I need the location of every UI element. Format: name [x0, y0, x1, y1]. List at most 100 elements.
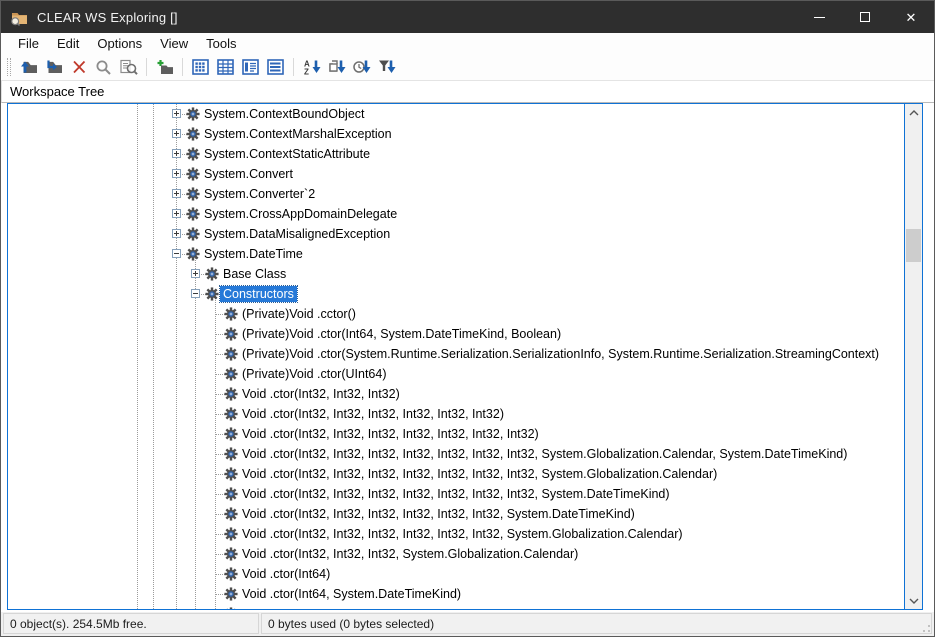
- tree-item[interactable]: Void .ctor(Int32, Int32, Int32, System.G…: [8, 544, 904, 564]
- tree-item[interactable]: Void .ctor(Int64, System.DateTimeKind): [8, 584, 904, 604]
- tree-label[interactable]: System.Converter`2: [201, 186, 318, 202]
- tree-item[interactable]: Void .ctor(Int32, Int32, Int32): [8, 384, 904, 404]
- tree-item[interactable]: (Private)Void .ctor(System.Runtime.Seria…: [8, 344, 904, 364]
- tree-label[interactable]: Void .ctor(Int32, Int32, Int32, System.G…: [239, 546, 581, 562]
- class-gear-icon: [224, 347, 238, 361]
- tree-label[interactable]: (Private)Void .ctor(UInt64): [239, 366, 390, 382]
- app-icon: [10, 9, 29, 26]
- tree-item[interactable]: System.ContextMarshalException: [8, 124, 904, 144]
- sort-by-type-button[interactable]: [374, 56, 399, 79]
- tree-item[interactable]: Void .ctor(Int32, Int32, Int32, Int32, I…: [8, 524, 904, 544]
- maximize-button[interactable]: [842, 1, 888, 33]
- tree-label[interactable]: Void .ctor(Int32, Int32, Int32, Int32, I…: [239, 466, 720, 482]
- move-up-button[interactable]: [16, 56, 41, 79]
- tree-label[interactable]: System.ContextMarshalException: [201, 126, 395, 142]
- menu-file[interactable]: File: [9, 34, 48, 53]
- menu-tools[interactable]: Tools: [197, 34, 245, 53]
- new-namespace-button[interactable]: [152, 56, 177, 79]
- tree-label[interactable]: Void .ctor(Int64): [239, 566, 333, 582]
- tree-item-partial[interactable]: [8, 604, 904, 609]
- expand-icon[interactable]: [172, 189, 181, 198]
- tree-label[interactable]: Void .ctor(Int32, Int32, Int32): [239, 386, 403, 402]
- tree-label[interactable]: Void .ctor(Int64, System.DateTimeKind): [239, 586, 464, 602]
- tree-item[interactable]: Void .ctor(Int32, Int32, Int32, Int32, I…: [8, 464, 904, 484]
- tree-item[interactable]: Void .ctor(Int32, Int32, Int32, Int32, I…: [8, 504, 904, 524]
- tree-label[interactable]: (Private)Void .ctor(Int64, System.DateTi…: [239, 326, 564, 342]
- view-small-icons-button[interactable]: [213, 56, 238, 79]
- class-gear-icon: [186, 207, 200, 221]
- tree-label[interactable]: (Private)Void .cctor(): [239, 306, 359, 322]
- tree-label[interactable]: (Private)Void .ctor(System.Runtime.Seria…: [239, 346, 882, 362]
- tree-item[interactable]: (Private)Void .ctor(Int64, System.DateTi…: [8, 324, 904, 344]
- expand-icon[interactable]: [172, 169, 181, 178]
- close-button[interactable]: ✕: [888, 1, 934, 33]
- menu-view[interactable]: View: [151, 34, 197, 53]
- tree-item[interactable]: (Private)Void .ctor(UInt64): [8, 364, 904, 384]
- sort-box-icon: [328, 59, 346, 75]
- tree-item[interactable]: Void .ctor(Int32, Int32, Int32, Int32, I…: [8, 444, 904, 464]
- vertical-scrollbar[interactable]: [905, 104, 922, 609]
- tree-item[interactable]: Base Class: [8, 264, 904, 284]
- tree-up-button[interactable]: [41, 56, 66, 79]
- tree-item[interactable]: Void .ctor(Int32, Int32, Int32, Int32, I…: [8, 424, 904, 444]
- toolbar-gripper[interactable]: [7, 58, 11, 76]
- collapse-icon[interactable]: [172, 249, 181, 258]
- scrollbar-thumb[interactable]: [906, 229, 921, 262]
- tree-label[interactable]: System.Convert: [201, 166, 296, 182]
- view-details-button[interactable]: [263, 56, 288, 79]
- expand-icon[interactable]: [172, 109, 181, 118]
- tree-label[interactable]: Base Class: [220, 266, 289, 282]
- tree-item[interactable]: Void .ctor(Int32, Int32, Int32, Int32, I…: [8, 484, 904, 504]
- collapse-icon[interactable]: [191, 289, 200, 298]
- tree-label[interactable]: Void .ctor(Int32, Int32, Int32, Int32, I…: [239, 406, 507, 422]
- tree-item[interactable]: System.ContextBoundObject: [8, 104, 904, 124]
- expand-icon[interactable]: [172, 129, 181, 138]
- expand-icon[interactable]: [172, 209, 181, 218]
- search-objects-button[interactable]: [116, 56, 141, 79]
- folder-up-icon: [20, 59, 38, 75]
- tree-label[interactable]: System.DataMisalignedException: [201, 226, 393, 242]
- menu-edit[interactable]: Edit: [48, 34, 88, 53]
- toolbar-separator: [293, 58, 294, 76]
- tree-item[interactable]: System.Converter`2: [8, 184, 904, 204]
- tree-item[interactable]: (Private)Void .cctor(): [8, 304, 904, 324]
- tree-label-selected[interactable]: Constructors: [220, 286, 297, 302]
- tree-label[interactable]: System.ContextBoundObject: [201, 106, 368, 122]
- tree-label[interactable]: Void .ctor(Int32, Int32, Int32, Int32, I…: [239, 526, 686, 542]
- scroll-up-button[interactable]: [905, 104, 922, 121]
- tree-label[interactable]: Void .ctor(Int32, Int32, Int32, Int32, I…: [239, 506, 638, 522]
- expand-icon[interactable]: [172, 229, 181, 238]
- tree-label[interactable]: Void .ctor(Int32, Int32, Int32, Int32, I…: [239, 426, 542, 442]
- tree-label[interactable]: System.DateTime: [201, 246, 306, 262]
- tree-label[interactable]: System.CrossAppDomainDelegate: [201, 206, 400, 222]
- expand-icon[interactable]: [172, 149, 181, 158]
- tree-item[interactable]: System.Convert: [8, 164, 904, 184]
- svg-text:Z: Z: [304, 68, 309, 76]
- tree-item[interactable]: System.CrossAppDomainDelegate: [8, 204, 904, 224]
- tree-item[interactable]: System.DataMisalignedException: [8, 224, 904, 244]
- class-gear-icon: [186, 127, 200, 141]
- sort-alphabetic-button[interactable]: AZ: [299, 56, 324, 79]
- search-button[interactable]: [91, 56, 116, 79]
- sort-by-size-button[interactable]: [324, 56, 349, 79]
- sort-by-date-button[interactable]: [349, 56, 374, 79]
- tree-item[interactable]: Void .ctor(Int64): [8, 564, 904, 584]
- menu-options[interactable]: Options: [88, 34, 151, 53]
- tree-item[interactable]: Constructors: [8, 284, 904, 304]
- tree-item[interactable]: System.ContextStaticAttribute: [8, 144, 904, 164]
- tree-label[interactable]: System.ContextStaticAttribute: [201, 146, 373, 162]
- tree-item[interactable]: Void .ctor(Int32, Int32, Int32, Int32, I…: [8, 404, 904, 424]
- view-list-button[interactable]: [238, 56, 263, 79]
- tree-label[interactable]: Void .ctor(Int32, Int32, Int32, Int32, I…: [239, 486, 673, 502]
- expand-icon[interactable]: [191, 269, 200, 278]
- resize-grip-icon[interactable]: [922, 624, 931, 633]
- view-large-icons-button[interactable]: [188, 56, 213, 79]
- minimize-button[interactable]: [796, 1, 842, 33]
- class-gear-icon: [186, 187, 200, 201]
- tree-item[interactable]: System.DateTime: [8, 244, 904, 264]
- scroll-down-button[interactable]: [905, 592, 922, 609]
- delete-button[interactable]: [66, 56, 91, 79]
- class-gear-icon: [224, 427, 238, 441]
- tree-label[interactable]: Void .ctor(Int32, Int32, Int32, Int32, I…: [239, 446, 850, 462]
- tree-view[interactable]: System.ContextBoundObject System.ContextM…: [8, 104, 904, 609]
